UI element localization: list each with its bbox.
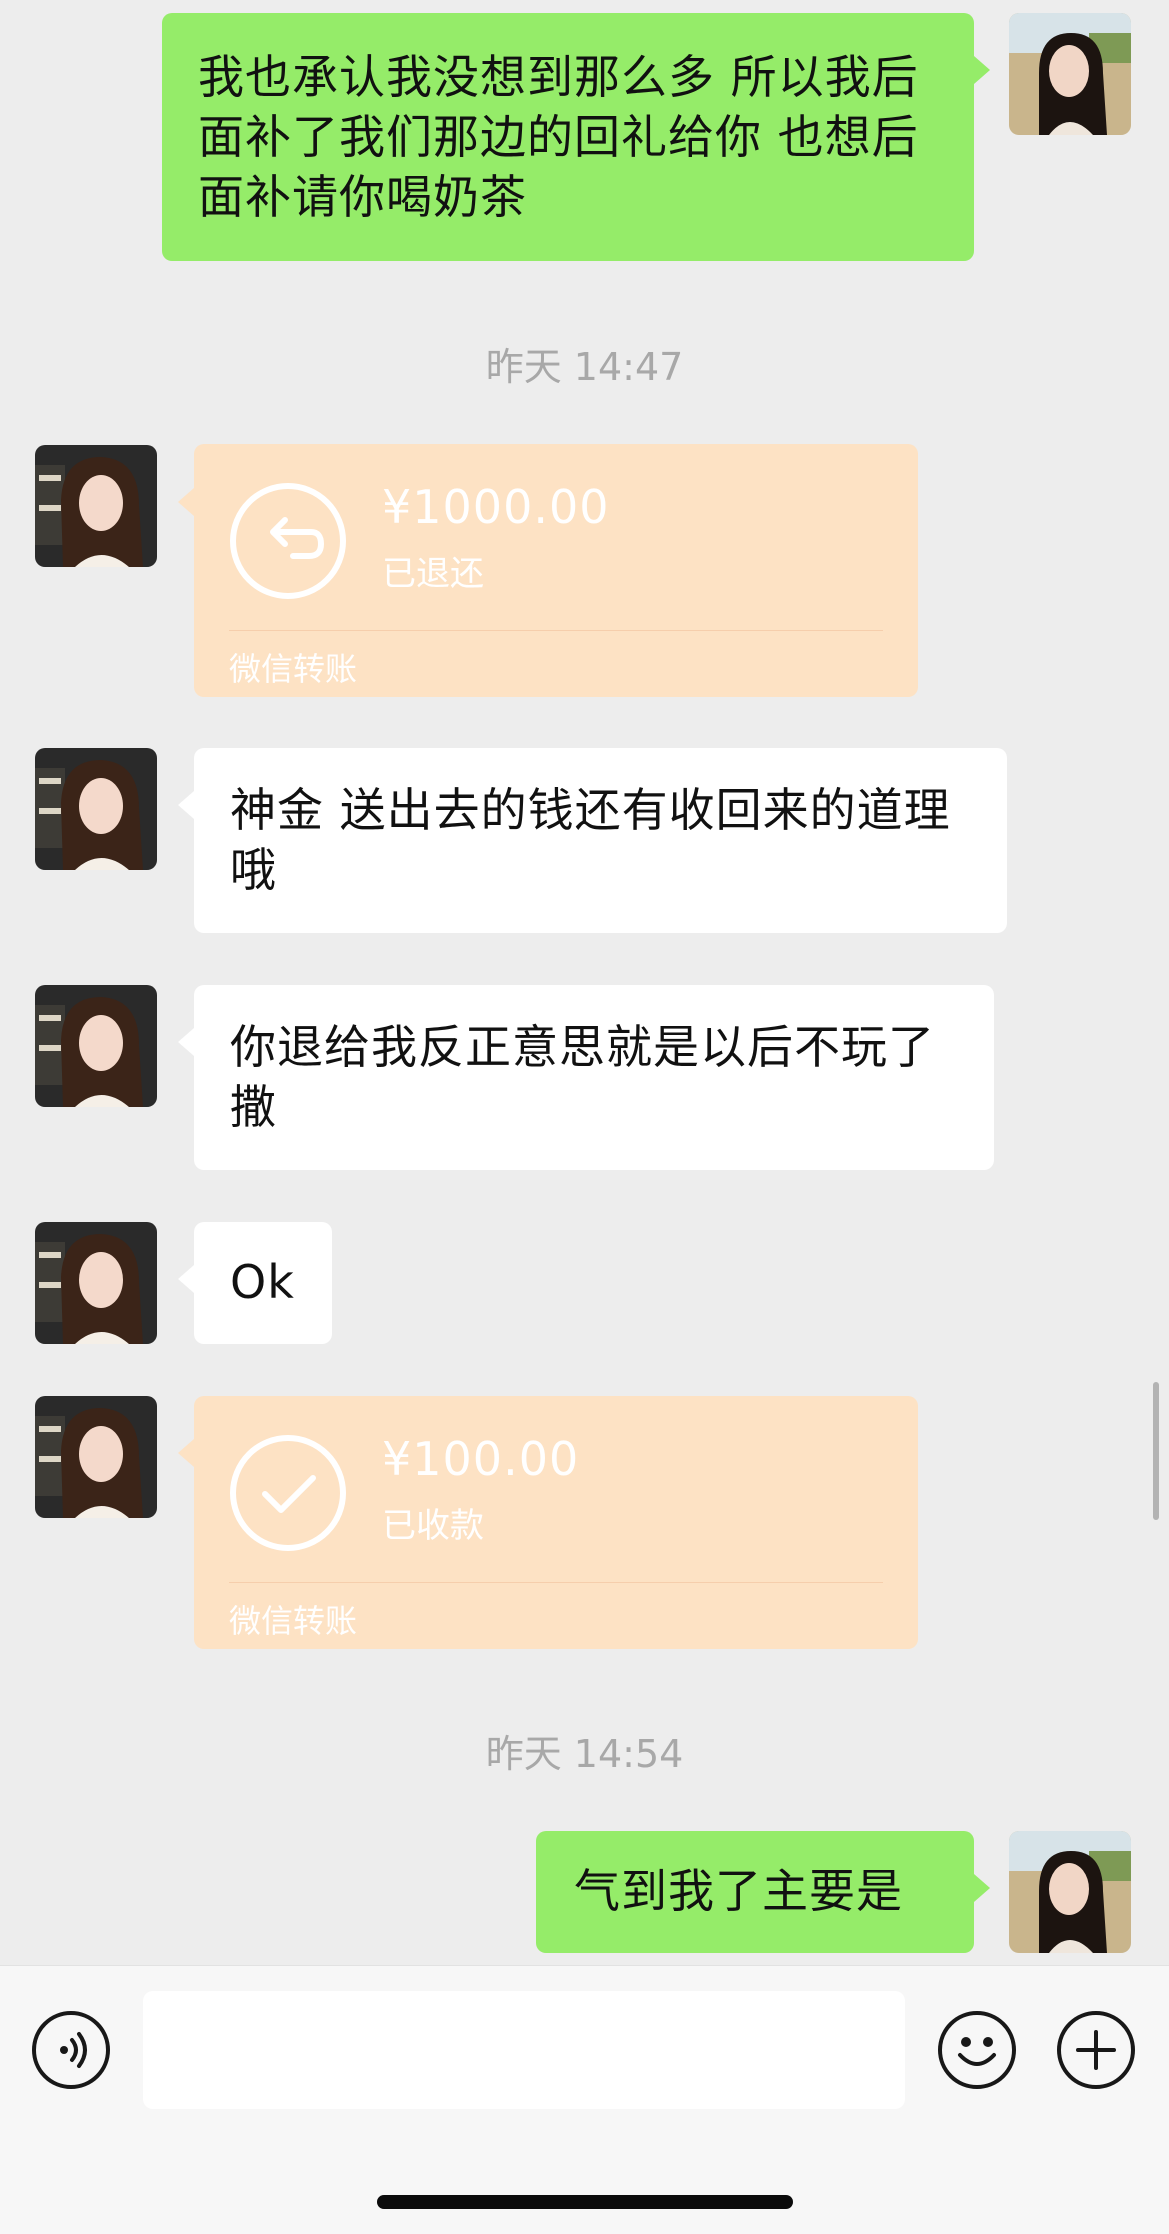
return-arrow-icon [229, 482, 347, 600]
home-indicator[interactable] [377, 2195, 793, 2209]
bubble-tail [178, 488, 194, 516]
voice-icon[interactable] [32, 2011, 110, 2089]
timestamp: 昨天 14:47 [485, 345, 684, 389]
bubble-tail [974, 1874, 990, 1902]
incoming-message-bubble[interactable]: 你退给我反正意思就是以后不玩了撒 [194, 985, 994, 1170]
message-text: Ok [230, 1255, 295, 1309]
my-avatar[interactable] [1009, 13, 1131, 135]
bubble-tail [178, 1265, 194, 1293]
transfer-card-received[interactable]: ¥100.00 已收款 微信转账 [194, 1396, 918, 1649]
scrollbar[interactable] [1153, 1382, 1159, 1520]
input-bar [0, 1965, 1169, 2234]
divider [229, 630, 883, 631]
incoming-message-bubble[interactable]: 神金 送出去的钱还有收回来的道理哦 [194, 748, 1007, 933]
transfer-card-refunded[interactable]: ¥1000.00 已退还 微信转账 [194, 444, 918, 697]
outgoing-message-bubble[interactable]: 气到我了主要是 [536, 1831, 974, 1953]
divider [229, 1582, 883, 1583]
contact-avatar[interactable] [35, 748, 157, 870]
message-text: 气到我了主要是 [574, 1864, 903, 1918]
my-avatar[interactable] [1009, 1831, 1131, 1953]
bubble-tail [178, 1439, 194, 1467]
contact-avatar[interactable] [35, 1222, 157, 1344]
contact-avatar[interactable] [35, 445, 157, 567]
bubble-tail [974, 56, 990, 84]
message-text: 我也承认我没想到那么多 所以我后面补了我们那边的回礼给你 也想后面补请你喝奶茶 [198, 50, 919, 224]
transfer-label: 微信转账 [229, 1602, 358, 1640]
transfer-label: 微信转账 [229, 650, 358, 688]
timestamp: 昨天 14:54 [485, 1732, 684, 1776]
incoming-message-bubble[interactable]: Ok [194, 1222, 332, 1344]
outgoing-message-bubble[interactable]: 我也承认我没想到那么多 所以我后面补了我们那边的回礼给你 也想后面补请你喝奶茶 [162, 13, 974, 261]
contact-avatar[interactable] [35, 1396, 157, 1518]
bubble-tail [178, 1028, 194, 1056]
transfer-amount: ¥100.00 [382, 1432, 580, 1486]
message-text: 你退给我反正意思就是以后不玩了撒 [230, 1020, 935, 1134]
emoji-icon[interactable] [938, 2011, 1016, 2089]
bubble-tail [178, 791, 194, 819]
message-input[interactable] [143, 1991, 905, 2109]
message-text: 神金 送出去的钱还有收回来的道理哦 [230, 783, 951, 897]
checkmark-icon [229, 1434, 347, 1552]
transfer-status: 已退还 [382, 554, 484, 594]
transfer-status: 已收款 [382, 1506, 484, 1546]
transfer-amount: ¥1000.00 [382, 480, 610, 534]
contact-avatar[interactable] [35, 985, 157, 1107]
plus-icon[interactable] [1057, 2011, 1135, 2089]
